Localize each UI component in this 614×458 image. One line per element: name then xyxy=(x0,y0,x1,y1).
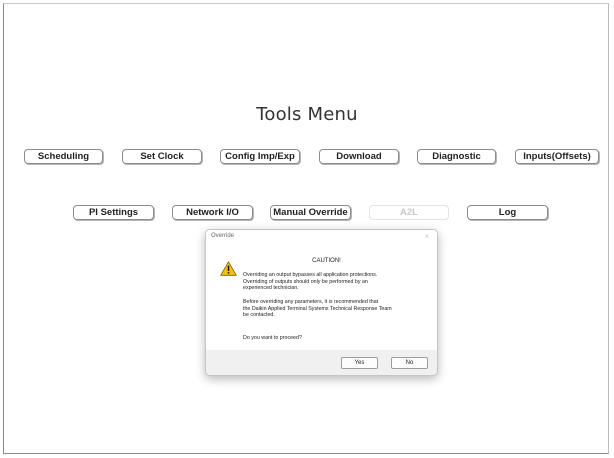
dialog-body: CAUTION! Overriding an output bypasses a… xyxy=(206,244,437,351)
download-button[interactable]: Download xyxy=(319,149,399,164)
override-dialog: Override × CAUTION! Overriding an output… xyxy=(205,229,438,376)
message-line: Before overriding any parameters, it is … xyxy=(243,299,379,305)
page-title: Tools Menu xyxy=(256,104,358,125)
a2l-button[interactable]: A2L xyxy=(369,205,449,220)
message-line: the Daikin Applied Terminal Systems Tech… xyxy=(243,305,392,312)
yes-button[interactable]: Yes xyxy=(341,357,378,369)
proceed-question: Do you want to proceed? xyxy=(243,335,302,341)
message-line: be contacted. xyxy=(243,312,275,319)
message-line: Overriding an output bypasses all applic… xyxy=(243,272,378,278)
dialog-title: Override xyxy=(211,233,235,239)
network-io-button[interactable]: Network I/O xyxy=(172,205,253,220)
log-button[interactable]: Log xyxy=(467,205,548,220)
set-clock-button[interactable]: Set Clock xyxy=(122,149,202,164)
config-imp-exp-button[interactable]: Config Imp/Exp xyxy=(220,149,300,164)
warning-icon xyxy=(220,261,237,276)
warning-paragraph-2: Before overriding any parameters, it is … xyxy=(243,299,433,319)
inputs-offsets-button[interactable]: Inputs(Offsets) xyxy=(515,149,599,164)
caution-heading: CAUTION! xyxy=(312,258,341,264)
pi-settings-button[interactable]: PI Settings xyxy=(73,205,154,220)
message-line: experienced technician. xyxy=(243,285,299,292)
diagnostic-button[interactable]: Diagnostic xyxy=(417,149,496,164)
scheduling-button[interactable]: Scheduling xyxy=(24,149,103,164)
dialog-titlebar[interactable]: Override × xyxy=(206,230,437,244)
manual-override-button[interactable]: Manual Override xyxy=(270,205,351,220)
warning-paragraph-1: Overriding an output bypasses all applic… xyxy=(243,272,433,292)
close-icon[interactable]: × xyxy=(424,232,429,241)
message-line: Overriding of outputs should only be per… xyxy=(243,278,368,285)
dialog-footer: Yes No xyxy=(206,350,437,375)
no-button[interactable]: No xyxy=(391,357,428,369)
